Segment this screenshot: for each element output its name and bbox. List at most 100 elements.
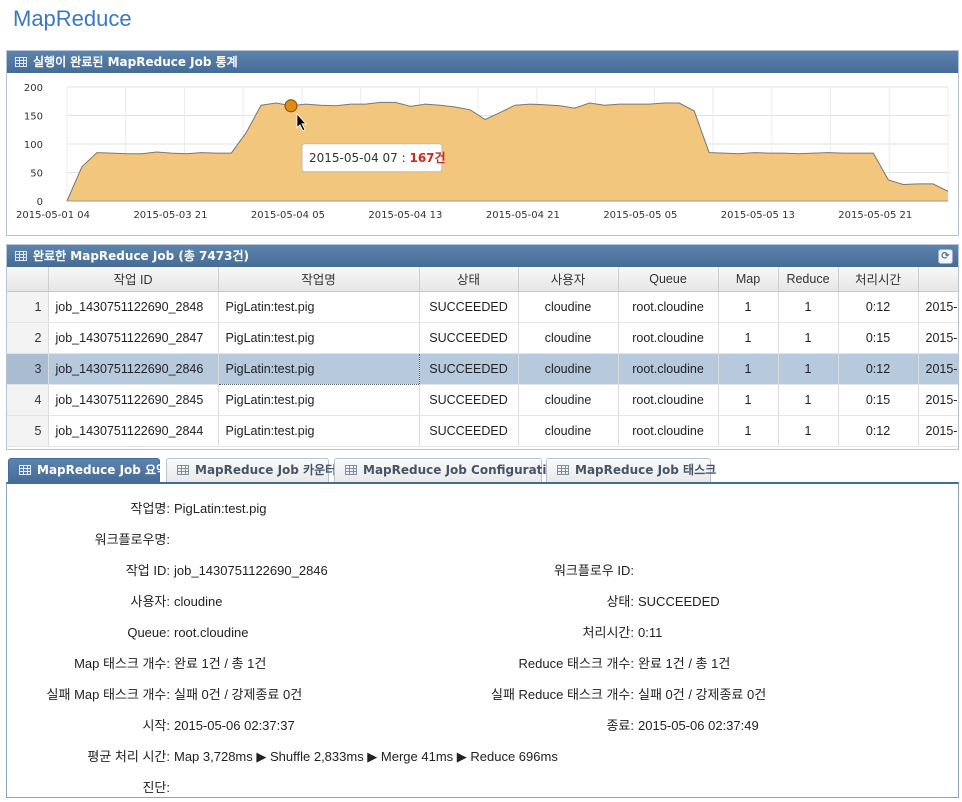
- job-name-label: 작업명:: [130, 501, 171, 516]
- column-header[interactable]: 작업 ID: [48, 267, 219, 292]
- map-tasks-value: 완료 1건 / 총 1건: [174, 656, 267, 671]
- table-cell: job_1430751122690_2848: [48, 291, 219, 323]
- table-cell: job_1430751122690_2845: [48, 384, 219, 416]
- table-cell: 1: [718, 384, 779, 416]
- y-tick-label: 0: [37, 197, 43, 208]
- job-summary-panel: 작업명: PigLatin:test.pig 워크플로우명: 작업 ID: jo…: [6, 482, 959, 798]
- column-header[interactable]: 상태: [419, 267, 519, 292]
- start-value: 2015-05-06 02:37:37: [174, 718, 295, 733]
- table-cell: root.cloudine: [618, 353, 719, 385]
- row-number: 5: [7, 415, 49, 447]
- table-row[interactable]: 2 job_1430751122690_2847 PigLatin:test.pig…: [7, 322, 958, 354]
- job-id-value: job_1430751122690_2846: [174, 563, 328, 578]
- table-cell: 0:12: [838, 353, 919, 385]
- table-cell: SUCCEEDED: [419, 384, 519, 416]
- failed-reduce-label: 실패 Reduce 태스크 개수:: [491, 687, 634, 702]
- x-tick-label: 2015-05-05 21: [838, 210, 912, 221]
- table-cell: cloudine: [518, 291, 619, 323]
- table-cell: PigLatin:test.pig: [218, 384, 420, 416]
- reduce-tasks-value: 완료 1건 / 총 1건: [638, 656, 731, 671]
- field-task-counts: Map 태스크 개수: 완료 1건 / 총 1건 Reduce 태스크 개수: …: [7, 655, 957, 673]
- failed-map-label: 실패 Map 태스크 개수:: [46, 687, 170, 702]
- y-tick-label: 150: [24, 112, 43, 123]
- job-name-value: PigLatin:test.pig: [174, 501, 267, 516]
- column-header[interactable]: 처리시간: [838, 267, 919, 292]
- table-cell: SUCCEEDED: [419, 291, 519, 323]
- table-cell: SUCCEEDED: [419, 415, 519, 447]
- field-workflow-name: 워크플로우명:: [7, 531, 957, 549]
- tab-summary[interactable]: MapReduce Job 요약: [8, 458, 167, 483]
- y-tick-label: 100: [24, 140, 43, 151]
- tab-label: MapReduce Job 태스크: [575, 463, 717, 477]
- field-failed-tasks: 실패 Map 태스크 개수: 실패 0건 / 강제종료 0건 실패 Reduce…: [7, 686, 957, 704]
- field-job-id: 작업 ID: job_1430751122690_2846 워크플로우 ID:: [7, 562, 957, 580]
- end-label: 종료:: [606, 718, 634, 733]
- table-cell: 1: [778, 415, 839, 447]
- y-tick-label: 50: [30, 169, 43, 180]
- table-cell: 2015-05-06 02:3: [918, 415, 958, 447]
- column-header-rownum[interactable]: [7, 267, 49, 292]
- table-cell: 1: [718, 291, 779, 323]
- column-header[interactable]: Reduce: [778, 267, 839, 292]
- x-tick-label: 2015-05-05 13: [721, 210, 795, 221]
- refresh-icon[interactable]: ⟳: [938, 249, 953, 264]
- column-header[interactable]: Map: [718, 267, 779, 292]
- workflow-name-label: 워크플로우명:: [94, 532, 170, 547]
- field-average-time: 평균 처리 시간: Map 3,728ms ▶ Shuffle 2,833ms …: [7, 748, 957, 766]
- table-row[interactable]: 4 job_1430751122690_2845 PigLatin:test.pig…: [7, 384, 958, 416]
- status-value: SUCCEEDED: [638, 594, 720, 609]
- x-tick-label: 2015-05-01 04: [16, 210, 90, 221]
- tab-label: MapReduce Job Configuration: [363, 463, 564, 477]
- x-tick-label: 2015-05-04 05: [251, 210, 325, 221]
- tooltip-text: 2015-05-04 07 : 167건: [309, 150, 446, 165]
- tab-label: MapReduce Job 요약: [37, 463, 168, 477]
- table-row[interactable]: 5 job_1430751122690_2844 PigLatin:test.pig…: [7, 415, 958, 447]
- x-tick-label: 2015-05-03 21: [133, 210, 207, 221]
- grid-icon: [15, 251, 27, 261]
- tab-label: MapReduce Job 카운터: [195, 463, 337, 477]
- table-cell: PigLatin:test.pig: [218, 291, 420, 323]
- table-cell: cloudine: [518, 384, 619, 416]
- table-cell: root.cloudine: [618, 384, 719, 416]
- status-label: 상태:: [606, 594, 634, 609]
- reduce-tasks-label: Reduce 태스크 개수:: [518, 656, 634, 671]
- table-panel-header: 완료한 MapReduce Job (총 7473건) ⟳: [7, 245, 958, 267]
- table-row[interactable]: 1 job_1430751122690_2848 PigLatin:test.pig…: [7, 291, 958, 323]
- x-tick-label: 2015-05-04 21: [486, 210, 560, 221]
- table-cell: 2015-05-06 02:3: [918, 291, 958, 323]
- column-header[interactable]: 작업명: [218, 267, 420, 292]
- table-cell: 1: [778, 291, 839, 323]
- column-header[interactable]: 사용자: [518, 267, 619, 292]
- field-job-name: 작업명: PigLatin:test.pig: [7, 500, 957, 518]
- map-tasks-label: Map 태스크 개수:: [74, 656, 170, 671]
- table-cell: cloudine: [518, 353, 619, 385]
- user-label: 사용자:: [130, 594, 171, 609]
- table-cell: 1: [718, 322, 779, 354]
- field-queue: Queue: root.cloudine 처리시간: 0:11: [7, 624, 957, 642]
- chart-panel-title: 실행이 완료된 MapReduce Job 통계: [33, 55, 238, 69]
- tab-tasks[interactable]: MapReduce Job 태스크: [546, 458, 716, 482]
- tab-counters[interactable]: MapReduce Job 카운터: [166, 458, 336, 482]
- table-cell: 1: [778, 353, 839, 385]
- elapsed-value: 0:11: [638, 625, 663, 640]
- job-statistics-chart[interactable]: 0 50 100 150 200 2015-05-01 04 2015-05-03 21 20…: [7, 73, 958, 235]
- table-cell: job_1430751122690_2844: [48, 415, 219, 447]
- column-header[interactable]: [918, 267, 958, 292]
- table-cell: 2015-05-06 02:3: [918, 322, 958, 354]
- y-tick-label: 200: [24, 83, 43, 94]
- table-cell: root.cloudine: [618, 322, 719, 354]
- workflow-id-label: 워크플로우 ID:: [553, 563, 634, 578]
- queue-value: root.cloudine: [174, 625, 249, 640]
- grid-icon: [557, 465, 569, 475]
- job-statistics-chart-panel: 실행이 완료된 MapReduce Job 통계 0 50 100 150 200 201…: [6, 50, 959, 236]
- grid-icon: [19, 465, 31, 475]
- table-cell: 2015-05-06 02:3: [918, 353, 958, 385]
- tab-configuration[interactable]: MapReduce Job Configuration: [334, 458, 563, 482]
- column-header[interactable]: Queue: [618, 267, 719, 292]
- table-cell: cloudine: [518, 415, 619, 447]
- highlight-point[interactable]: [284, 99, 298, 113]
- start-label: 시작:: [142, 718, 170, 733]
- x-tick-label: 2015-05-05 05: [603, 210, 677, 221]
- table-row[interactable]: 3 job_1430751122690_2846 PigLatin:test.pig…: [7, 352, 958, 385]
- table-cell: 0:12: [838, 291, 919, 323]
